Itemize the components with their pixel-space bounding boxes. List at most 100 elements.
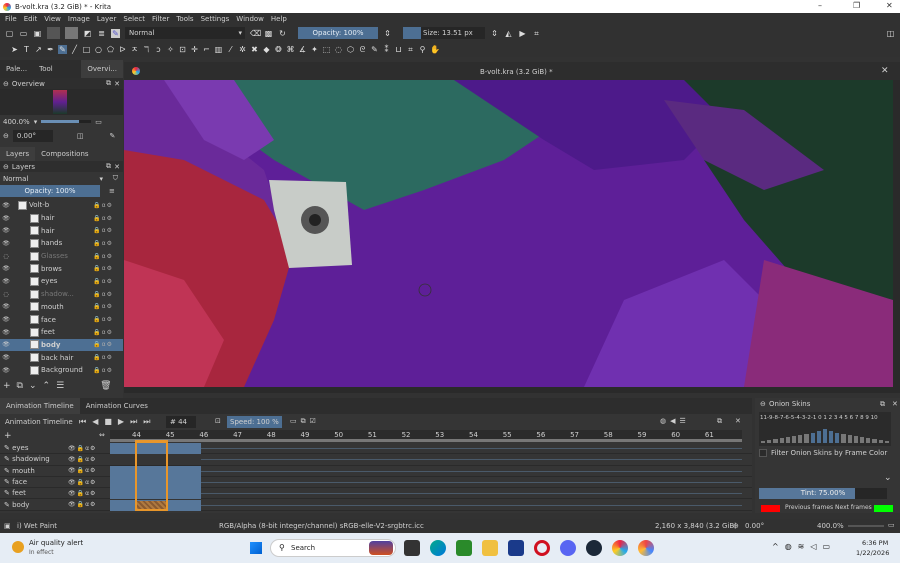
frame-number[interactable]: 49: [301, 431, 310, 439]
rotation-field[interactable]: 0.00°: [12, 129, 53, 142]
menu-help[interactable]: Help: [271, 15, 287, 23]
layer-row[interactable]: 👁 feet 🔒α⚙: [0, 326, 123, 339]
timeline-layer-row[interactable]: ✎ body 👁🔒α⚙: [0, 499, 752, 511]
float-timeline-icon[interactable]: ⧉: [717, 417, 722, 426]
reference-tool-icon[interactable]: ✦: [310, 45, 319, 54]
duplicate-layer-icon[interactable]: ⧉: [17, 381, 23, 391]
onion-opacity-bar[interactable]: [773, 439, 778, 443]
close-button[interactable]: ✕: [886, 1, 893, 10]
tab-animation-curves[interactable]: Animation Curves: [80, 398, 154, 414]
edit-shapes-icon[interactable]: ↗: [34, 45, 43, 54]
opera-icon[interactable]: [534, 540, 550, 556]
crop-tool-icon[interactable]: ⌐: [202, 45, 211, 54]
save-icon[interactable]: ▣: [33, 29, 42, 38]
filter-checkbox[interactable]: [759, 449, 767, 457]
minimize-button[interactable]: –: [818, 1, 822, 10]
polygon-tool-icon[interactable]: ⬠: [106, 45, 115, 54]
onion-opacity-bar[interactable]: [822, 429, 828, 443]
discord-icon[interactable]: [560, 540, 576, 556]
fit-icon[interactable]: ▭: [888, 521, 895, 529]
layer-row[interactable]: 👁 Background 🔒α⚙: [0, 364, 123, 377]
clock-time[interactable]: 6:36 PM: [862, 539, 888, 547]
steam-icon[interactable]: [586, 540, 602, 556]
filter-icon[interactable]: ⛉: [113, 174, 118, 183]
timeline-layer-icons[interactable]: 👁🔒α⚙: [68, 467, 96, 474]
timeline-layer-row[interactable]: ✎ eyes 👁🔒α⚙: [0, 443, 752, 455]
brush-preset-icon[interactable]: ✎: [111, 28, 120, 38]
layer-row[interactable]: 👁 hands 🔒α⚙: [0, 237, 123, 250]
tab-tool-options[interactable]: Tool Optio...: [33, 60, 81, 91]
start-icon[interactable]: [250, 542, 262, 554]
zoom-value[interactable]: 400.0%: [3, 118, 30, 126]
ellipse-tool-icon[interactable]: ○: [94, 45, 103, 54]
frame-number[interactable]: 59: [638, 431, 647, 439]
canvas-horizontal-scrollbar[interactable]: [124, 387, 900, 393]
gradient-tool-icon[interactable]: ▥: [214, 45, 223, 54]
calligraphy-icon[interactable]: ✒: [46, 45, 55, 54]
timeline-layer-row[interactable]: ✎ feet 👁🔒α⚙: [0, 488, 752, 500]
eye-icon[interactable]: 👁: [0, 265, 12, 272]
mirror-view-icon[interactable]: ◫: [77, 132, 84, 140]
layer-row[interactable]: 👁 eyes 🔒α⚙: [0, 275, 123, 288]
mirror-horizontal-icon[interactable]: ◭: [504, 29, 513, 38]
onion-opacity-bar[interactable]: [816, 431, 821, 443]
reload-preset-icon[interactable]: ↻: [278, 29, 287, 38]
freehand-path-icon[interactable]: ℸ: [142, 45, 151, 54]
tab-compositions[interactable]: Compositions: [35, 147, 94, 161]
previous-frames-color[interactable]: [761, 505, 780, 512]
background-color-swatch[interactable]: [65, 27, 78, 39]
pan-tool-icon[interactable]: ✋: [430, 45, 440, 54]
foreground-color-swatch[interactable]: [47, 27, 60, 39]
move-down-icon[interactable]: ⌄: [29, 381, 37, 391]
rect-select-icon[interactable]: ⬚: [322, 45, 331, 54]
frame-number[interactable]: 53: [435, 431, 444, 439]
eye-hidden-icon[interactable]: ◌: [0, 291, 12, 298]
swap-colors-icon[interactable]: ◩: [83, 29, 92, 38]
color-picker-icon[interactable]: ⁄: [226, 45, 235, 54]
polygon-select-icon[interactable]: ⬡: [346, 45, 355, 54]
layer-property-icons[interactable]: 🔒α⚙: [93, 240, 113, 247]
image-dimensions[interactable]: 2,160 x 3,840 (3.2 GiB): [655, 522, 737, 530]
frame-number[interactable]: 45: [166, 431, 175, 439]
menu-file[interactable]: File: [5, 15, 17, 23]
layer-properties-icon[interactable]: ☰: [56, 381, 64, 391]
tab-palette[interactable]: Pale...: [0, 60, 33, 78]
opacity-slider[interactable]: Opacity: 100%: [298, 27, 378, 39]
eye-icon[interactable]: 👁: [0, 303, 12, 310]
task-view-icon[interactable]: [404, 540, 420, 556]
close-timeline-icon[interactable]: ✕: [735, 417, 741, 425]
frame-number[interactable]: 57: [570, 431, 579, 439]
measure-tool-icon[interactable]: ∡: [298, 45, 307, 54]
timeline-layer-row[interactable]: ✎ mouth 👁🔒α⚙: [0, 465, 752, 477]
eye-icon[interactable]: 👁: [0, 367, 12, 374]
onion-opacity-bar[interactable]: [853, 436, 858, 443]
enclose-fill-icon[interactable]: ❂: [274, 45, 283, 54]
speed-field[interactable]: Speed: 100 %: [227, 416, 282, 428]
menu-view[interactable]: View: [44, 15, 61, 23]
onion-opacity-bar[interactable]: [841, 434, 846, 443]
minecraft-icon[interactable]: [456, 540, 472, 556]
size-stepper-icon[interactable]: ⇕: [490, 29, 499, 38]
next-frames-color[interactable]: [874, 505, 893, 512]
contiguous-select-icon[interactable]: ✎: [370, 45, 379, 54]
layer-options-icon[interactable]: ≡: [109, 187, 115, 195]
layer-blend-select[interactable]: Normal ▾ ⛉: [0, 172, 123, 185]
float-onion-icon[interactable]: ⧉: [880, 400, 885, 409]
onion-opacity-bar[interactable]: [779, 438, 784, 443]
onion-frame-selector[interactable]: 11-9-8-7-6-5-4-3-2-1 0 1 2 3 4 5 6 7 8 9…: [759, 412, 891, 446]
blend-mode-select[interactable]: Normal ▾: [125, 27, 245, 39]
document-tab[interactable]: B-volt.kra (3.2 GiB) * ✕: [124, 62, 900, 80]
frame-number[interactable]: 58: [604, 431, 613, 439]
current-frame-indicator[interactable]: [135, 440, 168, 511]
onion-opacity-bar[interactable]: [761, 441, 766, 443]
layer-row[interactable]: 👁 mouth 🔒α⚙: [0, 301, 123, 314]
assistant-tool-icon[interactable]: ⌘: [286, 45, 295, 54]
layer-row[interactable]: 👁 hair 🔒α⚙: [0, 224, 123, 237]
timeline-layer-icons[interactable]: 👁🔒α⚙: [68, 445, 96, 452]
wrap-around-icon[interactable]: ⌗: [532, 29, 541, 38]
timeline-layer-icons[interactable]: 👁🔒α⚙: [68, 490, 96, 497]
layer-opacity-slider[interactable]: Opacity: 100%: [0, 185, 100, 197]
weather-alert-icon[interactable]: [12, 541, 24, 553]
eye-icon[interactable]: 👁: [0, 316, 12, 323]
layer-property-icons[interactable]: 🔒α⚙: [93, 227, 113, 234]
